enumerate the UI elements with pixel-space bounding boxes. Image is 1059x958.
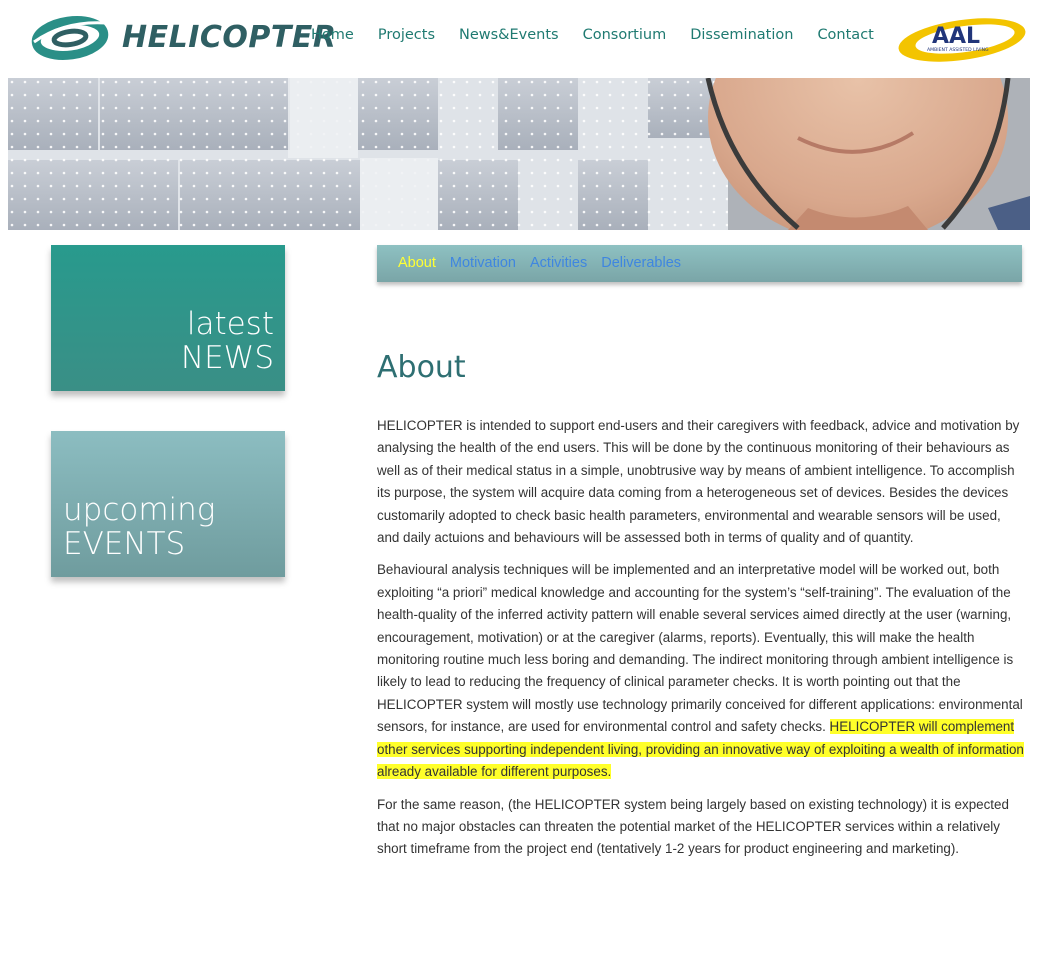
- paragraph-2: Behavioural analysis techniques will be …: [377, 559, 1025, 783]
- subnav-about[interactable]: About: [398, 255, 436, 271]
- nav-home[interactable]: Home: [311, 27, 354, 43]
- page-title: About: [377, 350, 466, 385]
- nav-contact[interactable]: Contact: [817, 27, 873, 43]
- paragraph-1: HELICOPTER is intended to support end-us…: [377, 418, 1020, 546]
- subnav-activities[interactable]: Activities: [530, 255, 587, 271]
- nav-consortium[interactable]: Consortium: [583, 27, 667, 43]
- section-subnav: About Motivation Activities Deliverables: [377, 245, 1022, 282]
- main-content: HELICOPTER is intended to support end-us…: [377, 415, 1025, 871]
- upcoming-events-box[interactable]: upcoming EVENTS: [51, 431, 285, 577]
- subnav-deliverables[interactable]: Deliverables: [601, 255, 681, 271]
- helicopter-logo-swoosh-icon: [31, 16, 117, 60]
- latest-news-line1: latest: [186, 306, 274, 342]
- subnav-motivation[interactable]: Motivation: [450, 255, 516, 271]
- paragraph-2-text: Behavioural analysis techniques will be …: [377, 562, 1023, 735]
- aal-logo-text: AAL: [932, 24, 980, 49]
- latest-news-box[interactable]: latest NEWS: [51, 245, 285, 391]
- aal-logo[interactable]: AAL AMBIENT ASSISTED LIVING: [895, 14, 1030, 64]
- paragraph-3: For the same reason, (the HELICOPTER sys…: [377, 796, 1009, 857]
- helicopter-logo[interactable]: HELICOPTER: [28, 12, 336, 62]
- site-header: HELICOPTER Home Projects News&Events Con…: [0, 0, 1059, 78]
- upcoming-events-line1: upcoming: [63, 492, 216, 528]
- nav-dissemination[interactable]: Dissemination: [690, 27, 793, 43]
- main-nav: Home Projects News&Events Consortium Dis…: [311, 27, 898, 43]
- nav-news-events[interactable]: News&Events: [459, 27, 559, 43]
- aal-logo-tagline: AMBIENT ASSISTED LIVING: [927, 47, 989, 53]
- upcoming-events-line2: EVENTS: [63, 526, 186, 562]
- latest-news-line2: NEWS: [180, 340, 274, 376]
- hero-banner: [8, 78, 1030, 230]
- banner-image: [8, 78, 1030, 230]
- nav-projects[interactable]: Projects: [378, 27, 435, 43]
- logo-text: HELICOPTER: [122, 20, 337, 55]
